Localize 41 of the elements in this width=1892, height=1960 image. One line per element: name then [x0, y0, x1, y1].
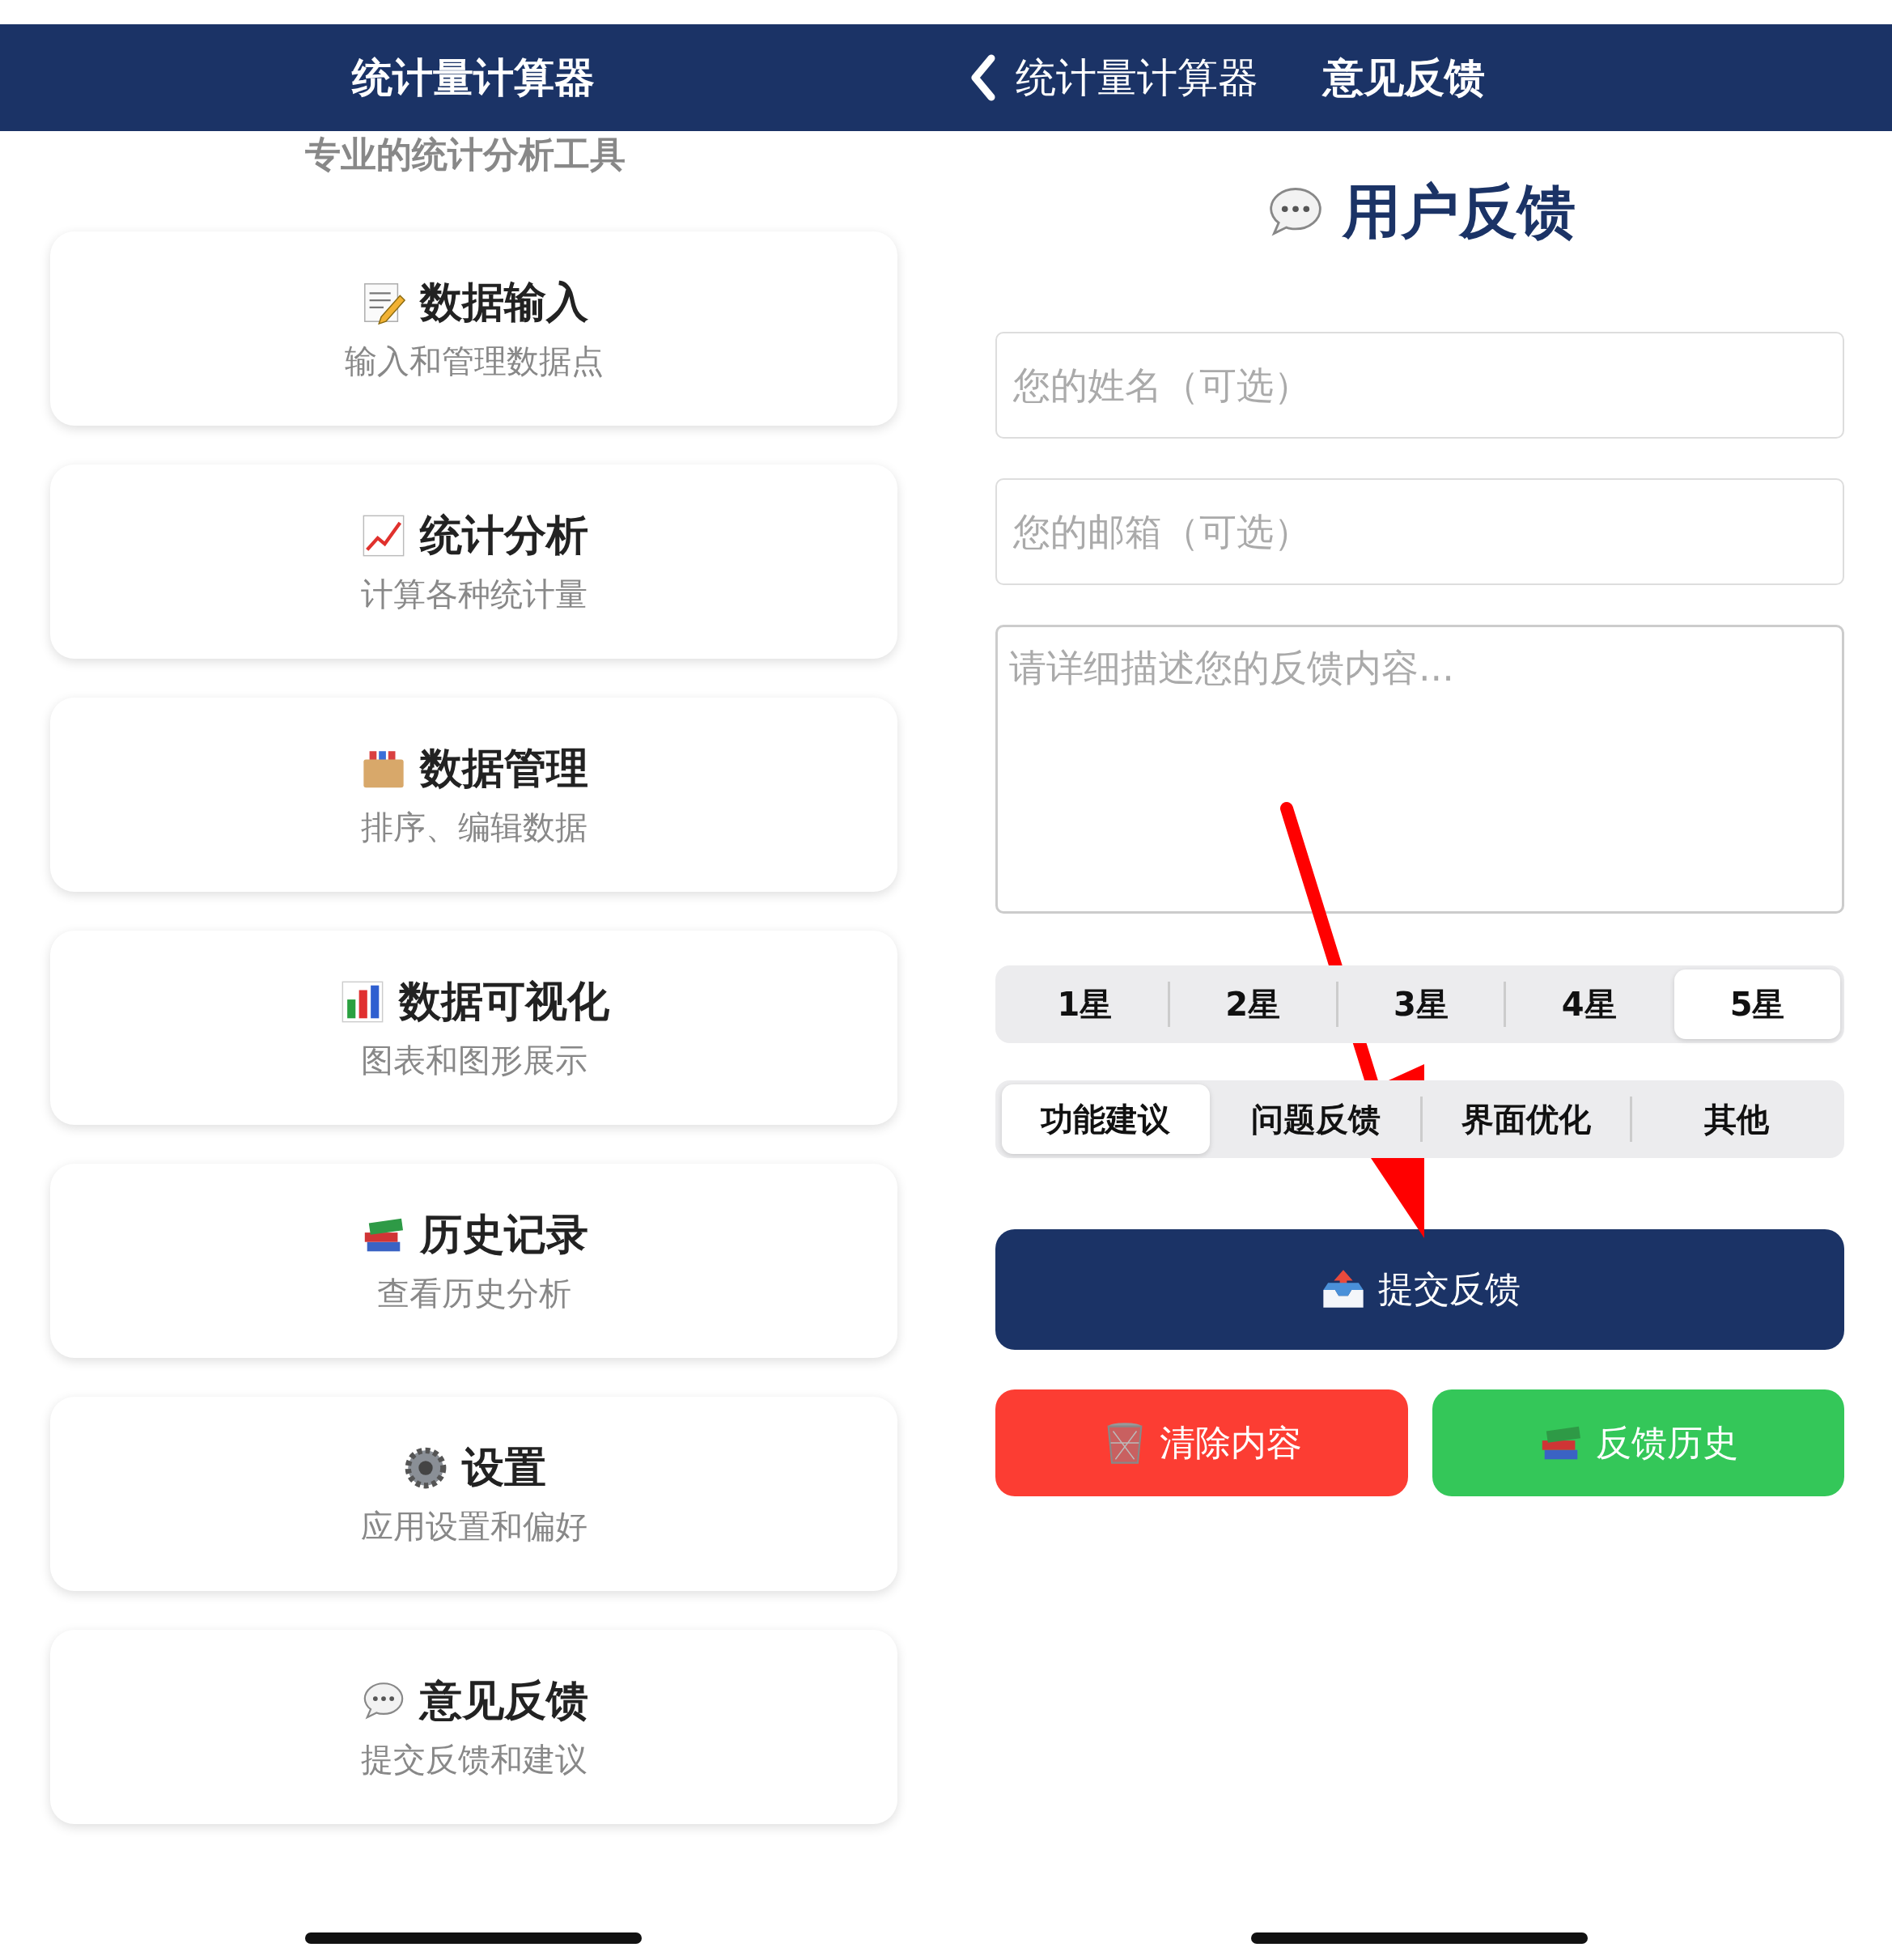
card-title: 设置: [461, 1441, 546, 1493]
menu-card[interactable]: 设置 应用设置和偏好: [50, 1397, 897, 1591]
rating-option[interactable]: 3星: [1338, 969, 1504, 1039]
card-description: 排序、编辑数据: [360, 807, 588, 847]
card-title: 统计分析: [419, 509, 588, 561]
card-title: 意见反馈: [419, 1674, 588, 1726]
rating-option[interactable]: 2星: [1169, 969, 1336, 1039]
card-title: 数据输入: [419, 276, 588, 328]
card-description: 应用设置和偏好: [360, 1506, 588, 1546]
nav-title: 统计量计算器: [351, 53, 595, 103]
clear-button[interactable]: 清除内容: [995, 1389, 1408, 1496]
card-description: 提交反馈和建议: [360, 1739, 588, 1780]
menu-card[interactable]: 数据可视化 图表和图形展示: [50, 931, 897, 1125]
category-option[interactable]: 其他: [1632, 1084, 1840, 1154]
menu-card[interactable]: 统计分析 计算各种统计量: [50, 465, 897, 659]
feedback-textarea[interactable]: 请详细描述您的反馈内容...: [995, 625, 1844, 914]
menu-card[interactable]: 数据管理 排序、编辑数据: [50, 698, 897, 892]
rating-option[interactable]: 4星: [1506, 969, 1673, 1039]
category-option[interactable]: 界面优化: [1422, 1084, 1631, 1154]
back-chevron-icon: [969, 53, 996, 102]
page-heading: 用户反馈: [1342, 176, 1576, 247]
email-field[interactable]: 您的邮箱（可选）: [995, 478, 1844, 585]
menu-card[interactable]: 数据输入 输入和管理数据点: [50, 231, 897, 426]
card-description: 图表和图形展示: [360, 1040, 588, 1080]
subtitle: 专业的统计分析工具: [304, 133, 626, 176]
card-description: 计算各种统计量: [360, 574, 588, 614]
nav-title: 意见反馈: [1323, 53, 1485, 103]
menu-card[interactable]: 意见反馈 提交反馈和建议: [50, 1630, 897, 1824]
card-description: 输入和管理数据点: [344, 341, 604, 381]
back-button[interactable]: 统计量计算器: [969, 50, 1258, 105]
card-title: 数据管理: [419, 742, 588, 794]
category-option[interactable]: 功能建议: [1002, 1084, 1210, 1154]
rating-option[interactable]: 5星: [1674, 969, 1840, 1039]
category-option[interactable]: 问题反馈: [1211, 1084, 1420, 1154]
card-title: 历史记录: [419, 1208, 588, 1260]
card-description: 查看历史分析: [376, 1273, 571, 1313]
card-title: 数据可视化: [398, 975, 609, 1027]
menu-card[interactable]: 历史记录 查看历史分析: [50, 1164, 897, 1358]
rating-option[interactable]: 1星: [1002, 969, 1168, 1039]
submit-button[interactable]: 提交反馈: [995, 1229, 1844, 1350]
name-field[interactable]: 您的姓名（可选）: [995, 332, 1844, 439]
